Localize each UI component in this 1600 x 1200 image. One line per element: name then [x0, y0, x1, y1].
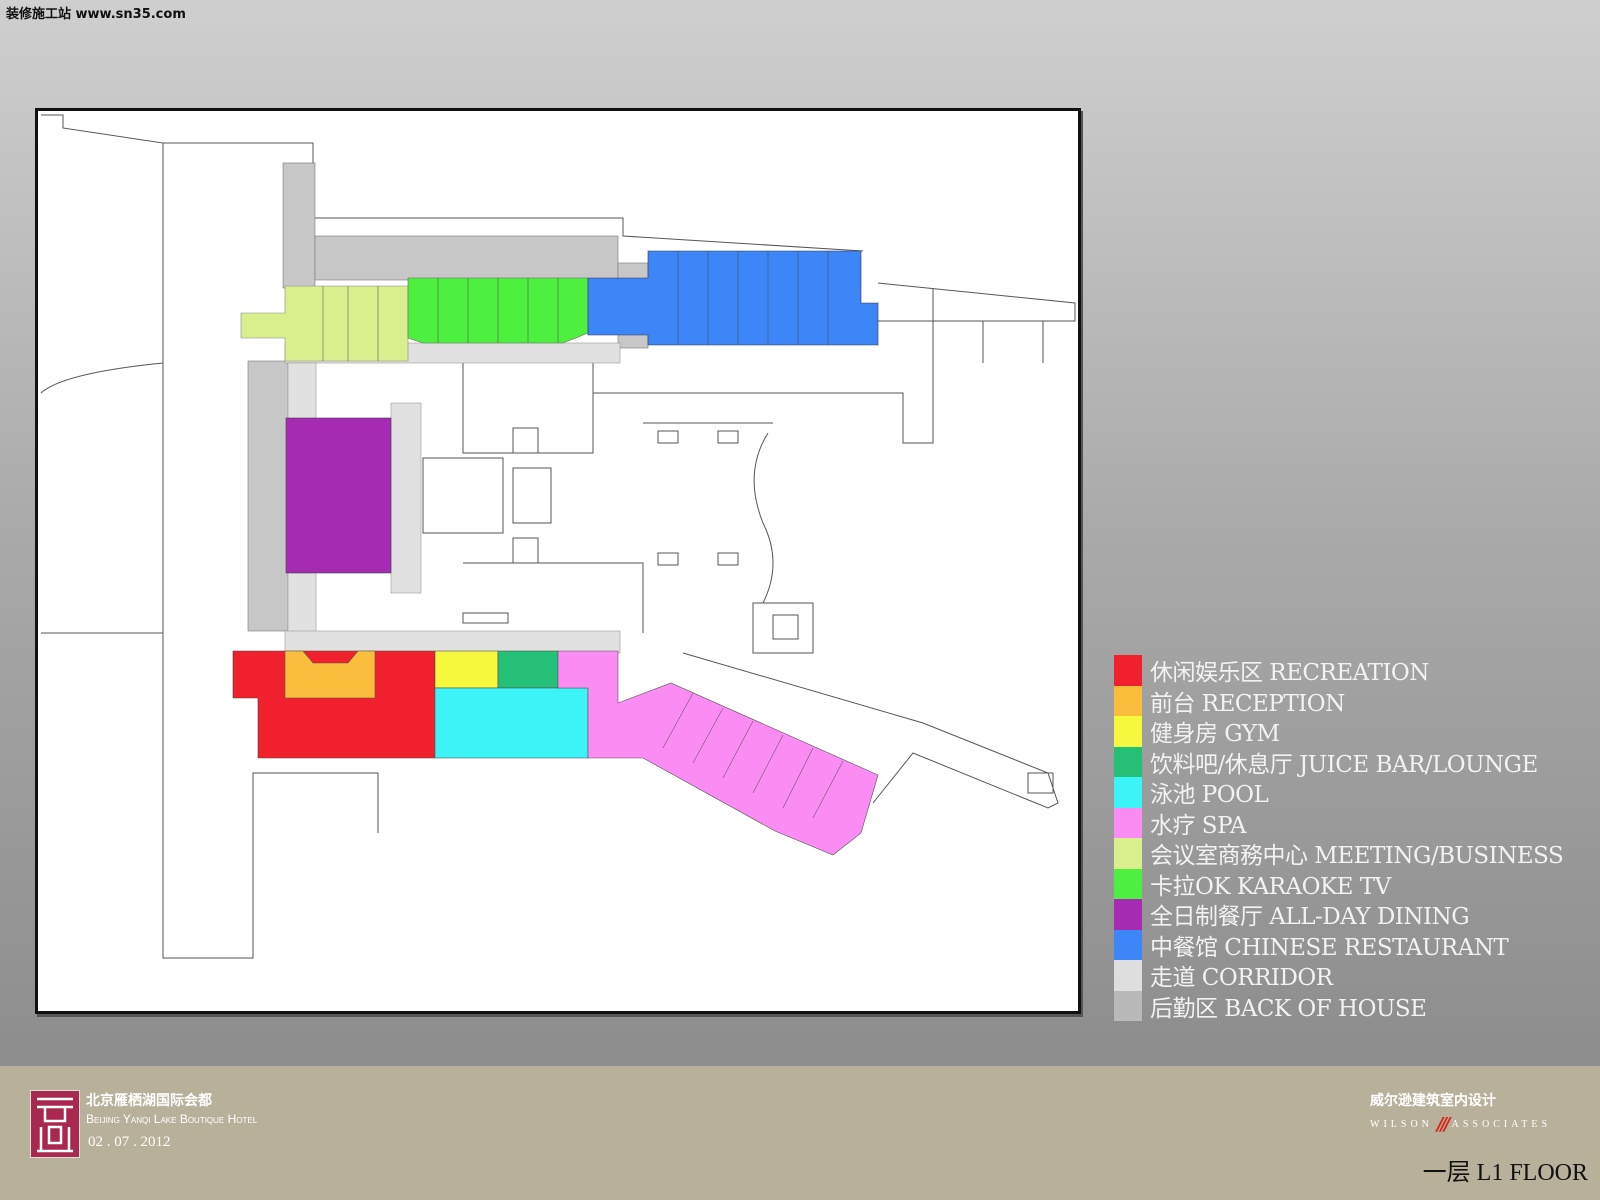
legend-swatch [1114, 838, 1142, 869]
legend-item-dining: 全日制餐厅 ALL-DAY DINING [1114, 899, 1563, 930]
legend-swatch [1114, 655, 1142, 686]
legend-item-reception: 前台 RECEPTION [1114, 685, 1563, 717]
legend-label: 会议室商務中心 MEETING/BUSINESS [1150, 843, 1564, 870]
legend-swatch [1114, 746, 1142, 777]
legend-item-juice-bar: 饮料吧/休息厅 JUICE BAR/LOUNGE [1114, 746, 1563, 778]
legend-swatch [1114, 716, 1142, 747]
legend-swatch [1114, 807, 1142, 838]
legend-item-corridor: 走道 CORRIDOR [1114, 960, 1563, 991]
hotel-name-en: Beijing Yanqi Lake Boutique Hotel [86, 1112, 258, 1126]
legend-item-meeting: 会议室商務中心 MEETING/BUSINESS [1114, 838, 1564, 870]
legend-swatch [1114, 777, 1142, 808]
date: 02 . 07 . 2012 [88, 1134, 171, 1150]
floor-title: 一层 L1 FLOOR [1422, 1160, 1588, 1186]
hotel-name-cn: 北京雁栖湖国际会都 [86, 1093, 212, 1109]
hotel-logo-icon [30, 1090, 80, 1158]
legend-item-back-of-house: 后勤区 BACK OF HOUSE [1114, 990, 1563, 1022]
legend-item-karaoke: 卡拉OK KARAOKE TV [1114, 868, 1563, 900]
firm-name-left: WILSON [1370, 1119, 1433, 1130]
legend-swatch [1114, 868, 1142, 899]
legend-item-recreation: 休闲娱乐区 RECREATION [1114, 655, 1563, 686]
firm-name-cn: 威尔逊建筑室内设计 [1370, 1093, 1496, 1109]
legend-label: 泳池 POOL [1150, 782, 1269, 809]
legend-label: 水疗 SPA [1150, 812, 1247, 839]
legend-label: 健身房 GYM [1150, 721, 1280, 748]
legend-label: 走道 CORRIDOR [1150, 965, 1333, 992]
legend-item-spa: 水疗 SPA [1114, 807, 1563, 839]
legend-label: 休闲娱乐区 RECREATION [1150, 660, 1429, 687]
legend-swatch [1114, 685, 1142, 716]
firm-name-right: ASSOCIATES [1451, 1119, 1552, 1130]
legend-item-gym: 健身房 GYM [1114, 716, 1563, 747]
firm-mark-icon: /// [1436, 1114, 1451, 1135]
legend-swatch [1114, 929, 1142, 960]
footer: 北京雁栖湖国际会都 Beijing Yanqi Lake Boutique Ho… [0, 1066, 1600, 1200]
color-legend: 休闲娱乐区 RECREATION 前台 RECEPTION 健身房 GYM 饮料… [1114, 655, 1564, 1022]
legend-label: 后勤区 BACK OF HOUSE [1150, 995, 1427, 1022]
legend-item-pool: 泳池 POOL [1114, 777, 1563, 808]
legend-label: 中餐馆 CHINESE RESTAURANT [1150, 934, 1509, 961]
legend-label: 前台 RECEPTION [1150, 690, 1345, 717]
firm-logo: WILSON /// ASSOCIATES [1370, 1114, 1551, 1135]
legend-label: 饮料吧/休息厅 JUICE BAR/LOUNGE [1150, 751, 1538, 778]
legend-item-chinese-restaurant: 中餐馆 CHINESE RESTAURANT [1114, 929, 1563, 961]
legend-label: 卡拉OK KARAOKE TV [1150, 873, 1391, 900]
watermark: 装修施工站 www.sn35.com [6, 7, 186, 22]
legend-swatch [1114, 960, 1142, 991]
legend-label: 全日制餐厅 ALL-DAY DINING [1150, 904, 1470, 931]
floor-plan [35, 108, 1081, 1014]
legend-swatch [1114, 990, 1142, 1021]
legend-swatch [1114, 899, 1142, 930]
floor-plan-drawing [40, 114, 1076, 959]
